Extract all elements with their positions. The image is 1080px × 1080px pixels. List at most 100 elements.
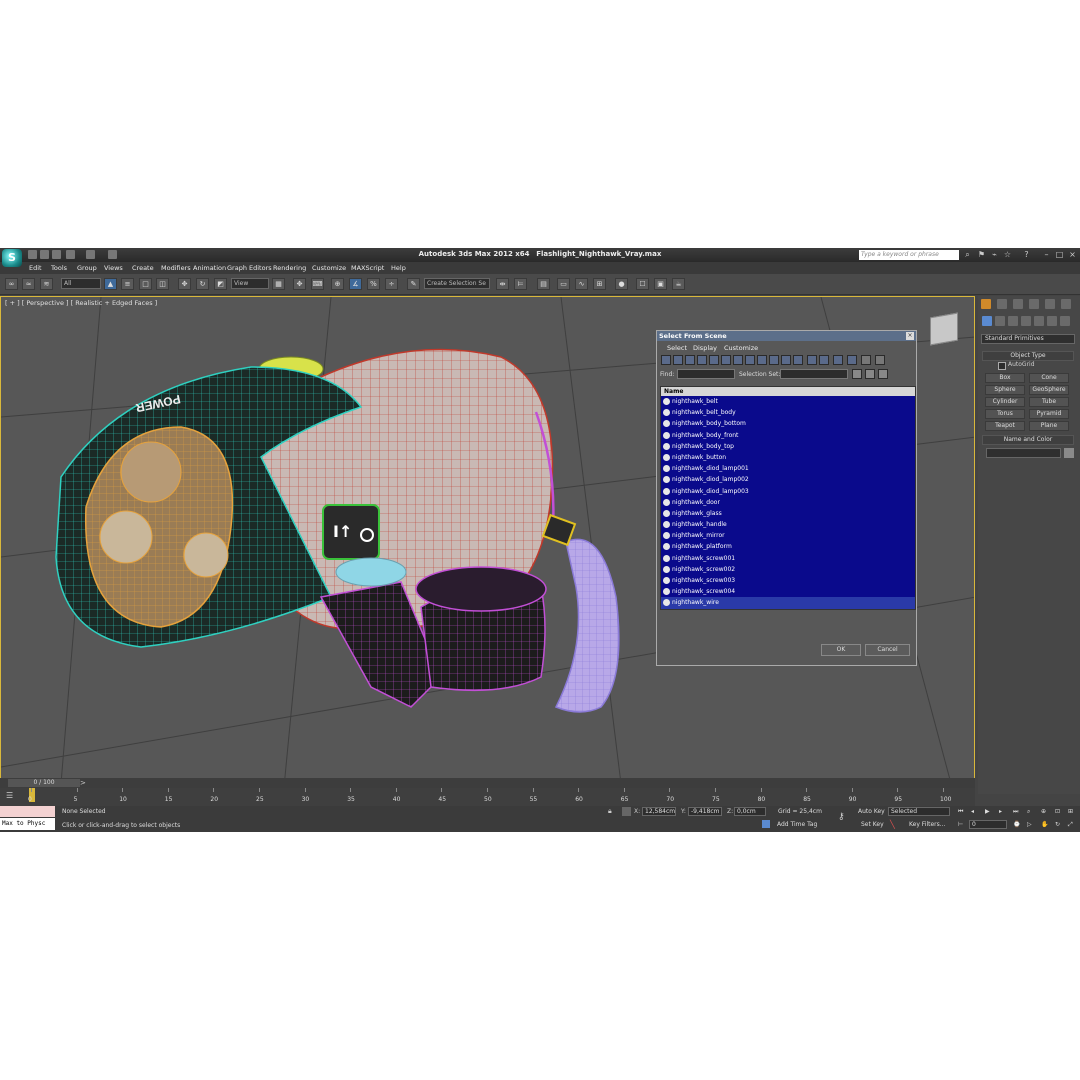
- communication-icon[interactable]: ⌁: [990, 250, 999, 259]
- pan-icon[interactable]: ✋: [1041, 821, 1048, 828]
- next-frame-button-icon[interactable]: ▸: [999, 808, 1006, 815]
- teapot-button[interactable]: Teapot: [985, 421, 1025, 431]
- snaps-toggle-icon[interactable]: ⊕: [331, 278, 344, 290]
- display-space-warps-icon[interactable]: [721, 355, 731, 365]
- orbit-icon[interactable]: ↻: [1055, 821, 1062, 828]
- field-of-view-icon[interactable]: ▷: [1027, 821, 1034, 828]
- display-bones-icon[interactable]: [757, 355, 767, 365]
- filter-icon[interactable]: [861, 355, 871, 365]
- minimize-icon[interactable]: –: [1042, 250, 1051, 259]
- dialog-close-button[interactable]: ×: [906, 332, 914, 340]
- display-tab-icon[interactable]: [1045, 299, 1055, 309]
- display-lights-icon[interactable]: [685, 355, 695, 365]
- list-item[interactable]: nighthawk_handle: [661, 519, 915, 530]
- track-bar[interactable]: ☰ 0 5 10 15 20 25 30 35 40 45 50 55 60 65 70 75 80 85 90 95…: [0, 788, 975, 806]
- next-frame-icon[interactable]: >: [80, 779, 86, 787]
- list-item[interactable]: nighthawk_platform: [661, 541, 915, 552]
- unlink-icon[interactable]: ≈: [22, 278, 35, 290]
- layer-manager-icon[interactable]: ▤: [537, 278, 550, 290]
- dialog-menu-display[interactable]: Display: [693, 344, 717, 352]
- menu-group[interactable]: Group: [77, 264, 97, 272]
- display-frozen-icon[interactable]: [781, 355, 791, 365]
- menu-animation[interactable]: Animation: [193, 264, 226, 272]
- helpers-category-icon[interactable]: [1034, 316, 1044, 326]
- display-geometry-icon[interactable]: [661, 355, 671, 365]
- maximize-icon[interactable]: □: [1055, 250, 1064, 259]
- list-item[interactable]: nighthawk_belt: [661, 396, 915, 407]
- systems-category-icon[interactable]: [1060, 316, 1070, 326]
- shapes-category-icon[interactable]: [995, 316, 1005, 326]
- selection-set-delete-icon[interactable]: [878, 369, 888, 379]
- align-icon[interactable]: ⊨: [514, 278, 527, 290]
- select-and-move-icon[interactable]: ✥: [178, 278, 191, 290]
- manipulate-icon[interactable]: ✥: [293, 278, 306, 290]
- key-filters-button[interactable]: Key Filters...: [909, 821, 946, 828]
- key-mode-toggle-icon[interactable]: ⊢: [958, 821, 965, 828]
- list-item[interactable]: nighthawk_screw004: [661, 586, 915, 597]
- previous-frame-icon[interactable]: ◂: [971, 808, 978, 815]
- list-item[interactable]: nighthawk_screw003: [661, 575, 915, 586]
- list-item[interactable]: nighthawk_diod_lamp002: [661, 474, 915, 485]
- select-and-scale-icon[interactable]: ◩: [214, 278, 227, 290]
- lights-category-icon[interactable]: [1008, 316, 1018, 326]
- go-to-end-icon[interactable]: ⏭: [1013, 808, 1020, 815]
- cylinder-button[interactable]: Cylinder: [985, 397, 1025, 407]
- selection-set-save-icon[interactable]: [852, 369, 862, 379]
- display-none-icon[interactable]: [819, 355, 829, 365]
- list-item[interactable]: nighthawk_screw002: [661, 564, 915, 575]
- primitives-category-dropdown[interactable]: Standard Primitives: [981, 334, 1075, 344]
- dialog-menu-customize[interactable]: Customize: [724, 344, 758, 352]
- zoom-icon[interactable]: ⌕: [1027, 808, 1034, 815]
- utilities-tab-icon[interactable]: [1061, 299, 1071, 309]
- dialog-menu-select[interactable]: Select: [667, 344, 687, 352]
- viewcube[interactable]: [930, 312, 958, 346]
- time-slider-counter[interactable]: 0 / 100: [8, 779, 80, 787]
- scene-object-list[interactable]: Name nighthawk_belt nighthawk_belt_body …: [660, 386, 916, 610]
- window-crossing-icon[interactable]: ◫: [156, 278, 169, 290]
- play-icon[interactable]: ▶: [985, 808, 992, 815]
- zoom-extents-all-icon[interactable]: ⊞: [1068, 808, 1075, 815]
- display-hidden-icon[interactable]: [793, 355, 803, 365]
- menu-modifiers[interactable]: Modifiers: [161, 264, 191, 272]
- reference-coordinate-dropdown[interactable]: View: [231, 278, 269, 289]
- rendered-frame-window-icon[interactable]: ▣: [654, 278, 667, 290]
- list-item[interactable]: nighthawk_wire: [661, 597, 915, 609]
- mini-curve-editor-icon[interactable]: ☰: [6, 791, 16, 800]
- display-containers-icon[interactable]: [769, 355, 779, 365]
- graphite-ribbon-icon[interactable]: ▭: [557, 278, 570, 290]
- space-warps-category-icon[interactable]: [1047, 316, 1057, 326]
- x-coordinate-field[interactable]: 12,584cm: [642, 807, 676, 816]
- create-tab-icon[interactable]: [981, 299, 991, 309]
- display-all-icon[interactable]: [807, 355, 817, 365]
- motion-tab-icon[interactable]: [1029, 299, 1039, 309]
- maximize-viewport-icon[interactable]: ⤢: [1068, 821, 1075, 828]
- maxscript-listener[interactable]: Max to Physc: [0, 818, 55, 830]
- list-item[interactable]: nighthawk_mirror: [661, 530, 915, 541]
- list-item[interactable]: nighthawk_diod_lamp001: [661, 463, 915, 474]
- cancel-button[interactable]: Cancel: [865, 644, 910, 656]
- plane-button[interactable]: Plane: [1029, 421, 1069, 431]
- display-cameras-icon[interactable]: [697, 355, 707, 365]
- list-item[interactable]: nighthawk_button: [661, 452, 915, 463]
- key-mode-dropdown[interactable]: Selected: [888, 807, 950, 816]
- search-icon[interactable]: ⌕: [963, 250, 972, 259]
- named-selection-dropdown[interactable]: Create Selection Se: [424, 278, 490, 289]
- curve-editor-icon[interactable]: ∿: [575, 278, 588, 290]
- object-name-input[interactable]: [986, 448, 1061, 458]
- select-none-icon[interactable]: [847, 355, 857, 365]
- selection-filter-dropdown[interactable]: All: [61, 278, 101, 289]
- app-logo-icon[interactable]: S: [2, 249, 22, 267]
- schematic-view-icon[interactable]: ⊞: [593, 278, 606, 290]
- ok-button[interactable]: OK: [821, 644, 861, 656]
- select-all-icon[interactable]: [833, 355, 843, 365]
- display-helpers-icon[interactable]: [709, 355, 719, 365]
- z-coordinate-field[interactable]: 0,0cm: [734, 807, 766, 816]
- display-xrefs-icon[interactable]: [745, 355, 755, 365]
- absolute-mode-icon[interactable]: [622, 807, 631, 816]
- help-icon[interactable]: ?: [1022, 250, 1031, 259]
- menu-customize[interactable]: Customize: [312, 264, 346, 272]
- angle-snap-icon[interactable]: ∡: [349, 278, 362, 290]
- autogrid-checkbox[interactable]: [998, 362, 1006, 370]
- select-object-icon[interactable]: ▲: [104, 278, 117, 290]
- bind-space-warp-icon[interactable]: ≋: [40, 278, 53, 290]
